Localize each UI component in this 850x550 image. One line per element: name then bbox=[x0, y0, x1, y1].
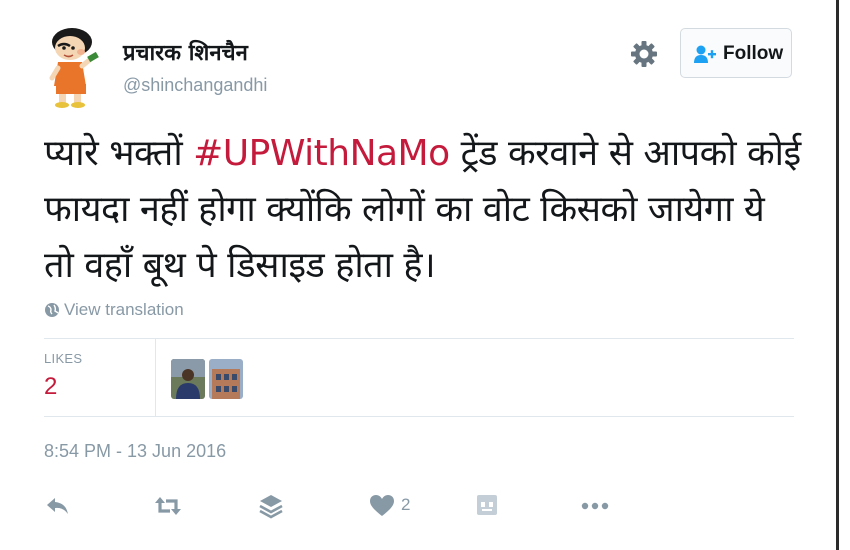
view-translation-link[interactable]: View translation bbox=[44, 300, 184, 320]
tweet-timestamp[interactable]: 8:54 PM - 13 Jun 2016 bbox=[44, 441, 226, 462]
follow-button[interactable]: Follow bbox=[680, 28, 792, 78]
app-icon[interactable] bbox=[476, 492, 498, 520]
liker-avatar[interactable] bbox=[209, 359, 243, 399]
likes-count[interactable]: 2 bbox=[44, 373, 57, 401]
like-button[interactable]: 2 bbox=[369, 492, 419, 520]
display-name[interactable]: प्रचारक शिनचैन bbox=[123, 37, 248, 67]
reply-icon[interactable] bbox=[44, 492, 72, 520]
view-translation-label: View translation bbox=[64, 300, 184, 319]
follow-person-icon bbox=[694, 45, 716, 63]
frame-edge bbox=[836, 0, 839, 550]
hashtag-link[interactable]: #UPWithNaMo bbox=[193, 133, 450, 174]
tweet-text-start: प्यारे भक्तों bbox=[44, 133, 194, 174]
stats-divider bbox=[155, 339, 156, 416]
likes-label[interactable]: LIKES bbox=[44, 351, 82, 366]
liker-avatar[interactable] bbox=[171, 359, 205, 399]
follow-label: Follow bbox=[723, 43, 784, 64]
gear-icon[interactable] bbox=[628, 38, 660, 70]
globe-icon bbox=[45, 303, 59, 317]
divider-bottom bbox=[44, 416, 794, 417]
retweet-icon[interactable] bbox=[153, 492, 183, 520]
like-count: 2 bbox=[401, 495, 411, 514]
heart-icon bbox=[370, 495, 394, 516]
divider-top bbox=[44, 338, 794, 339]
tweet-text: प्यारे भक्तों #UPWithNaMo ट्रेंड करवाने … bbox=[44, 126, 804, 294]
avatar[interactable] bbox=[44, 24, 106, 108]
user-handle[interactable]: @shinchangandhi bbox=[123, 75, 267, 96]
layers-icon[interactable] bbox=[258, 492, 284, 520]
tweet-card: प्रचारक शिनचैन @shinchangandhi Follow प्… bbox=[0, 0, 836, 550]
more-icon[interactable] bbox=[580, 492, 610, 520]
